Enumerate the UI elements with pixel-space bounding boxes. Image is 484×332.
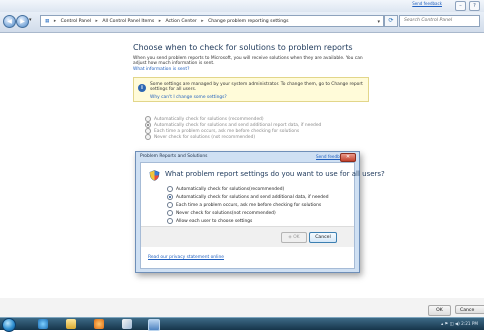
what-information-link[interactable]: What information is sent? xyxy=(133,67,189,72)
taskbar: ▴ ⚑ ◫ ◀) 2:21 PM xyxy=(0,317,484,332)
search-input[interactable]: Search Control Panel xyxy=(399,15,480,27)
paint-icon[interactable] xyxy=(122,319,132,329)
cancel-button[interactable]: Cancel xyxy=(309,232,337,243)
radio-button[interactable] xyxy=(167,210,173,216)
breadcrumb-control-panel[interactable]: Control Panel xyxy=(61,19,91,24)
close-icon[interactable]: ✕ xyxy=(340,153,356,162)
why-cant-change-link[interactable]: Why can't I change some settings? xyxy=(150,95,227,100)
dialog-title: Problem Reports and Solutions xyxy=(140,154,208,159)
refresh-button[interactable]: ⟳ xyxy=(384,15,398,27)
window-top-strip: Send feedback – ? xyxy=(0,0,484,12)
page-description: When you send problem reports to Microso… xyxy=(133,56,363,67)
admin-notice-box: i Some settings are managed by your syst… xyxy=(133,77,369,102)
send-feedback-link[interactable]: Send feedback xyxy=(412,1,442,6)
breadcrumb-action-center[interactable]: Action Center xyxy=(166,19,197,24)
dialog-body: What problem report settings do you want… xyxy=(140,162,385,269)
dialog-option-4[interactable]: Never check for solutions(not recommende… xyxy=(167,210,276,216)
dialog-option-5[interactable]: Allow each user to choose settings xyxy=(167,218,252,224)
page-title: Choose when to check for solutions to pr… xyxy=(133,43,353,52)
main-option-4[interactable]: Never check for solutions (not recommend… xyxy=(145,134,255,140)
back-button[interactable]: ◀ xyxy=(3,15,16,28)
address-bar-region: ◀ ▶ ▾ ▦ ▸ Control Panel ▸ All Control Pa… xyxy=(0,12,484,33)
control-panel-icon[interactable] xyxy=(148,319,160,331)
shield-icon xyxy=(149,170,160,181)
radio-button[interactable] xyxy=(167,202,173,208)
dialog-option-3[interactable]: Each time a problem occurs, ask me befor… xyxy=(167,202,321,208)
system-tray: ▴ ⚑ ◫ ◀) 2:21 PM xyxy=(441,321,478,326)
forward-button[interactable]: ▶ xyxy=(16,15,29,28)
ie-icon[interactable] xyxy=(38,319,48,329)
start-button[interactable] xyxy=(2,318,16,332)
main-cancel-button[interactable]: Cance xyxy=(455,305,484,314)
dialog-button-bar: ◈ OK Cancel xyxy=(141,226,354,247)
radio-button[interactable] xyxy=(145,134,151,140)
recent-pages-chevron-icon[interactable]: ▾ xyxy=(29,17,32,23)
privacy-statement-link[interactable]: Read our privacy statement online xyxy=(148,255,224,260)
dialog-option-1[interactable]: Automatically check for solutions(recomm… xyxy=(167,186,284,192)
radio-button[interactable] xyxy=(167,218,173,224)
dialog-titlebar[interactable]: Problem Reports and Solutions Send feedb… xyxy=(136,152,359,162)
media-player-icon[interactable] xyxy=(94,319,104,329)
address-dropdown-icon[interactable]: ▾ xyxy=(377,16,380,26)
admin-notice-text: Some settings are managed by your system… xyxy=(150,82,363,93)
window-controls: – ? xyxy=(455,1,480,11)
shield-icon: ◈ xyxy=(288,235,292,240)
main-ok-button[interactable]: OK xyxy=(428,305,451,316)
radio-button[interactable] xyxy=(167,186,173,192)
breadcrumb-all-items[interactable]: All Control Panel Items xyxy=(102,19,154,24)
folder-icon[interactable] xyxy=(66,319,76,329)
dialog-option-2[interactable]: Automatically check for solutions and se… xyxy=(167,194,329,200)
breadcrumb-current[interactable]: Change problem reporting settings xyxy=(208,19,288,24)
dialog-question: What problem report settings do you want… xyxy=(165,170,385,178)
ok-button[interactable]: ◈ OK xyxy=(281,232,307,243)
tray-icons[interactable]: ▴ ⚑ ◫ ◀) xyxy=(441,321,461,326)
info-shield-icon: i xyxy=(138,84,146,92)
address-bar[interactable]: ▦ ▸ Control Panel ▸ All Control Panel It… xyxy=(40,15,384,27)
help-icon[interactable]: ? xyxy=(469,1,480,11)
control-panel-icon: ▦ xyxy=(45,19,50,24)
minimize-button[interactable]: – xyxy=(455,1,466,11)
clock[interactable]: 2:21 PM xyxy=(461,321,478,326)
problem-reports-dialog: Problem Reports and Solutions Send feedb… xyxy=(135,151,385,273)
radio-button[interactable] xyxy=(167,194,173,200)
